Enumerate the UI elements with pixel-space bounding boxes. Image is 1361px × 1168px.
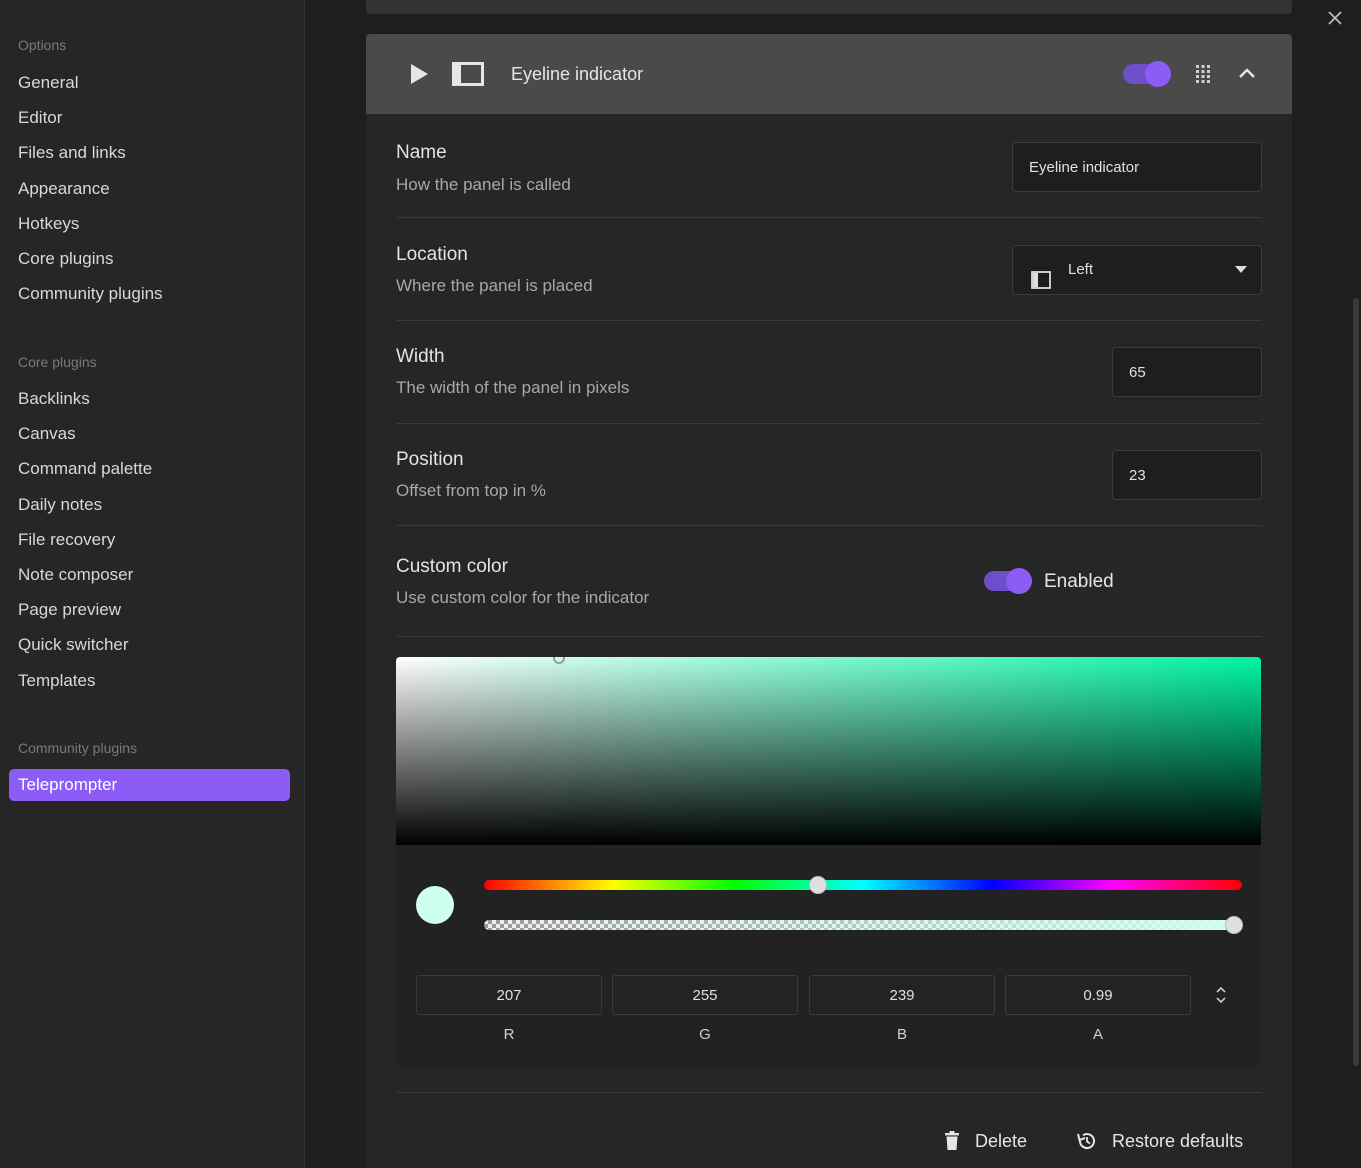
sidebar-item-general[interactable]: General bbox=[9, 67, 290, 99]
blue-channel-input[interactable] bbox=[809, 975, 995, 1015]
restore-defaults-label: Restore defaults bbox=[1112, 1131, 1244, 1151]
red-channel-input[interactable] bbox=[416, 975, 602, 1015]
hue-slider[interactable] bbox=[484, 876, 1242, 894]
alpha-channel-label: A bbox=[1092, 1026, 1103, 1043]
green-channel-label: G bbox=[699, 1026, 711, 1043]
blue-channel-label: B bbox=[896, 1026, 907, 1043]
sidebar-item-core-plugins[interactable]: Core plugins bbox=[9, 243, 290, 275]
panel-card: Eyeline indicator Name How the panel is … bbox=[366, 34, 1292, 1168]
panel-icon[interactable] bbox=[452, 62, 484, 86]
restore-defaults-button[interactable]: Restore defaults bbox=[1076, 1126, 1246, 1156]
settings-content: Eyeline indicator Name How the panel is … bbox=[306, 0, 1361, 1168]
color-preview-swatch bbox=[416, 886, 454, 924]
sidebar-item-community-plugins[interactable]: Community plugins bbox=[9, 278, 290, 310]
setting-custom-color-label: Custom color bbox=[396, 556, 508, 577]
toggle-knob bbox=[1145, 61, 1171, 87]
position-input[interactable] bbox=[1112, 450, 1262, 500]
sidebar-item-hotkeys[interactable]: Hotkeys bbox=[9, 208, 290, 240]
saturation-area[interactable] bbox=[396, 657, 1261, 845]
sidebar-item-page-preview[interactable]: Page preview bbox=[9, 594, 290, 626]
panel-enabled-toggle[interactable] bbox=[1123, 61, 1171, 87]
hue-slider-knob[interactable] bbox=[808, 876, 827, 894]
delete-label: Delete bbox=[975, 1131, 1028, 1151]
delete-button[interactable]: Delete bbox=[944, 1126, 1054, 1156]
sidebar-item-daily-notes[interactable]: Daily notes bbox=[9, 489, 290, 521]
alpha-slider[interactable] bbox=[484, 916, 1244, 934]
setting-custom-color-desc: Use custom color for the indicator bbox=[396, 588, 650, 607]
setting-row-width: Width The width of the panel in pixels bbox=[396, 322, 1262, 424]
settings-sidebar: Options General Editor Files and links Appe… bbox=[0, 0, 305, 1168]
setting-position-label: Position bbox=[396, 449, 464, 470]
setting-row-name: Name How the panel is called bbox=[396, 114, 1262, 218]
sidebar-item-files-and-links[interactable]: Files and links bbox=[9, 137, 290, 169]
sidebar-item-note-composer[interactable]: Note composer bbox=[9, 559, 290, 591]
sidebar-item-canvas[interactable]: Canvas bbox=[9, 418, 290, 450]
caret-down-icon bbox=[1235, 266, 1247, 273]
setting-row-location: Location Where the panel is placed Left bbox=[396, 219, 1262, 321]
location-dropdown[interactable]: Left bbox=[1012, 245, 1262, 295]
panel-title: Eyeline indicator bbox=[511, 64, 644, 84]
setting-name-label: Name bbox=[396, 142, 447, 163]
options-group-title: Options bbox=[18, 37, 67, 53]
setting-row-position: Position Offset from top in % bbox=[396, 425, 1262, 526]
footer-divider bbox=[396, 1092, 1262, 1093]
sidebar-item-teleprompter[interactable]: Teleprompter bbox=[9, 769, 290, 801]
sidebar-item-appearance[interactable]: Appearance bbox=[9, 173, 290, 205]
sidebar-item-editor[interactable]: Editor bbox=[9, 102, 290, 134]
custom-color-toggle[interactable] bbox=[984, 568, 1032, 594]
green-channel-input[interactable] bbox=[612, 975, 798, 1015]
sidebar-item-backlinks[interactable]: Backlinks bbox=[9, 383, 290, 415]
width-input[interactable] bbox=[1112, 347, 1262, 397]
setting-location-desc: Where the panel is placed bbox=[396, 276, 593, 295]
color-picker: R G B A bbox=[396, 657, 1261, 1067]
core-plugins-group-title: Core plugins bbox=[18, 354, 97, 370]
location-value: Left bbox=[1068, 261, 1094, 278]
sidebar-item-command-palette[interactable]: Command palette bbox=[9, 453, 290, 485]
play-icon[interactable] bbox=[406, 62, 430, 86]
panel-card-header: Eyeline indicator bbox=[366, 34, 1292, 114]
toggle-knob bbox=[1006, 568, 1032, 594]
restore-icon bbox=[1077, 1133, 1095, 1150]
panel-left-icon bbox=[1031, 261, 1051, 289]
alpha-channel-input[interactable] bbox=[1005, 975, 1191, 1015]
setting-position-desc: Offset from top in % bbox=[396, 481, 546, 500]
community-plugins-group-title: Community plugins bbox=[18, 740, 138, 756]
sidebar-item-templates[interactable]: Templates bbox=[9, 665, 290, 697]
panel-name-input[interactable] bbox=[1012, 142, 1262, 192]
format-toggle-icon[interactable] bbox=[1214, 985, 1228, 1005]
custom-color-state-label: Enabled bbox=[1044, 571, 1114, 592]
alpha-slider-knob[interactable] bbox=[1225, 916, 1244, 934]
setting-row-custom-color: Custom color Use custom color for the in… bbox=[396, 527, 1262, 637]
setting-name-desc: How the panel is called bbox=[396, 175, 571, 194]
scrollbar[interactable] bbox=[1353, 298, 1359, 1066]
setting-width-desc: The width of the panel in pixels bbox=[396, 378, 630, 397]
setting-width-label: Width bbox=[396, 346, 445, 367]
sidebar-item-file-recovery[interactable]: File recovery bbox=[9, 524, 290, 556]
saturation-cursor[interactable] bbox=[553, 657, 565, 664]
trash-icon bbox=[945, 1131, 959, 1150]
previous-panel-card bbox=[366, 0, 1292, 14]
close-icon[interactable] bbox=[1323, 8, 1347, 32]
sidebar-item-quick-switcher[interactable]: Quick switcher bbox=[9, 629, 290, 661]
setting-location-label: Location bbox=[396, 244, 468, 265]
red-channel-label: R bbox=[503, 1026, 515, 1043]
grip-icon[interactable] bbox=[1195, 64, 1211, 84]
chevron-up-icon[interactable] bbox=[1238, 66, 1256, 80]
